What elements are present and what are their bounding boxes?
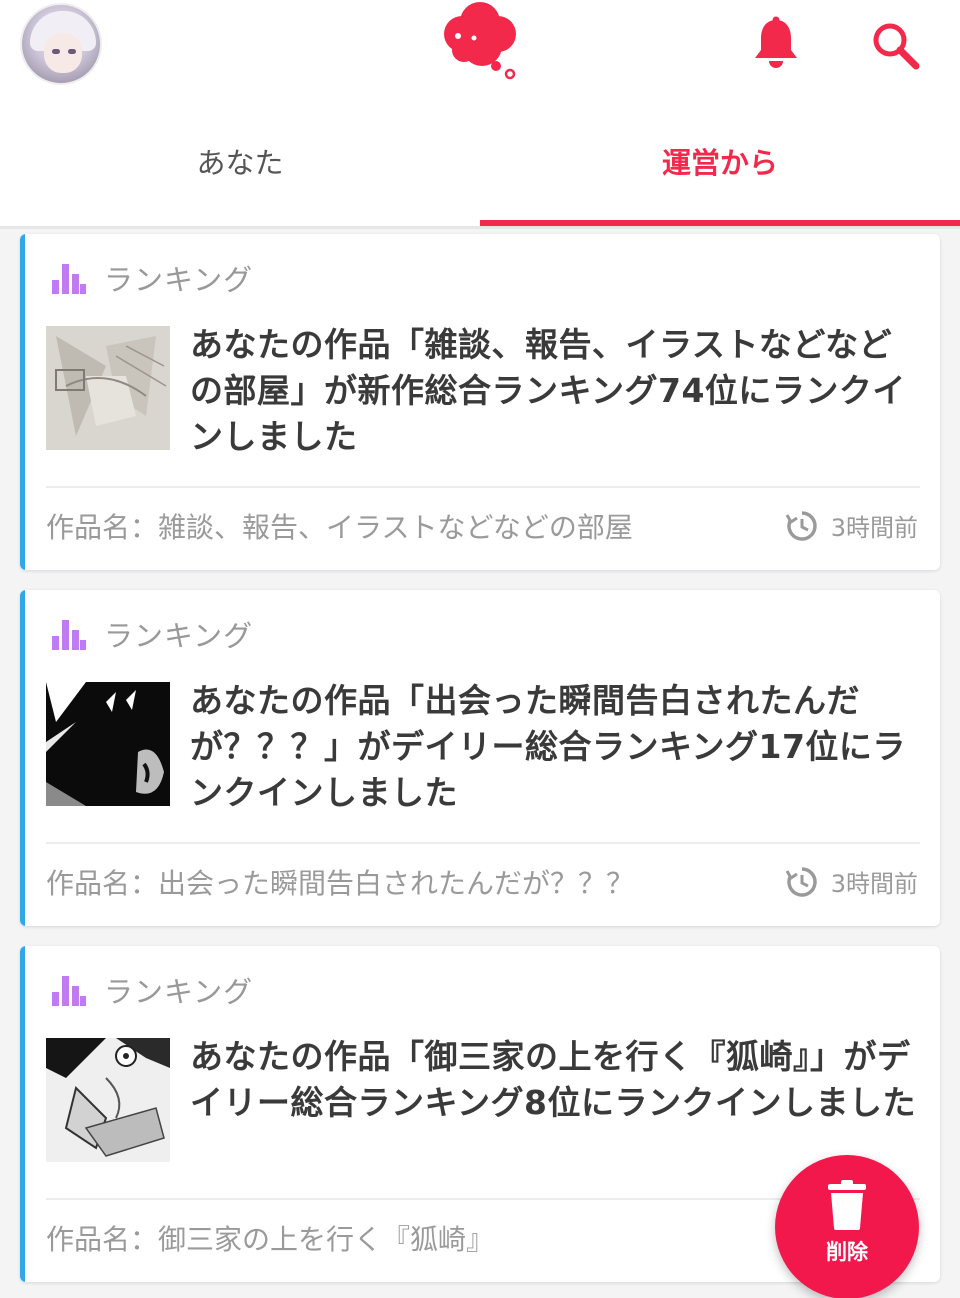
avatar-eye xyxy=(52,49,60,54)
trash-icon xyxy=(828,1180,866,1230)
delete-button-label: 削除 xyxy=(826,1240,868,1264)
work-title: 作品名：雑談、報告、イラストなどなどの部屋 xyxy=(46,511,633,544)
search-icon[interactable] xyxy=(870,20,924,72)
time-label: 3時間前 xyxy=(830,870,918,898)
card-divider xyxy=(46,486,920,488)
bell-icon[interactable] xyxy=(750,16,802,70)
notification-headline: あなたの作品「雑談、報告、イラストなどなどの部屋」が新作総合ランキング74位にラ… xyxy=(190,325,906,456)
category-label: ランキング xyxy=(104,619,254,653)
notification-time: 3時間前 xyxy=(785,864,918,899)
tab-you[interactable]: あなた xyxy=(0,110,480,228)
avatar-face xyxy=(44,33,82,73)
user-avatar[interactable] xyxy=(20,3,102,85)
bar-chart-icon xyxy=(52,976,86,1006)
notification-headline: あなたの作品「御三家の上を行く『狐崎』」がデイリー総合ランキング8位にランクイン… xyxy=(190,1037,916,1122)
work-title: 作品名：出会った瞬間告白されたんだが？？？ xyxy=(46,867,635,900)
history-clock-icon xyxy=(785,510,817,541)
history-clock-icon xyxy=(785,866,817,897)
category-label: ランキング xyxy=(104,975,254,1009)
app-header: あなた 運営から xyxy=(0,0,960,229)
notification-headline: あなたの作品「出会った瞬間告白されたんだが？？？」がデイリー総合ランキング17位… xyxy=(190,681,906,812)
work-thumbnail[interactable] xyxy=(46,326,170,450)
category-label: ランキング xyxy=(104,263,254,297)
header-divider xyxy=(0,226,960,229)
notification-category: ランキング xyxy=(52,258,253,298)
bar-chart-icon xyxy=(52,264,86,294)
work-title: 作品名：御三家の上を行く『狐崎』 xyxy=(46,1223,495,1256)
tab-bar: あなた 運営から xyxy=(0,110,960,228)
tab-from-management[interactable]: 運営から xyxy=(480,110,960,228)
notification-category: ランキング xyxy=(52,614,253,654)
notification-card[interactable]: ランキング あなたの作品「出会った瞬間告白されたんだが？？？」がデイリー総合ラン… xyxy=(20,590,940,926)
tab-you-label: あなた xyxy=(196,146,284,180)
speech-cloud-logo-icon[interactable] xyxy=(438,0,524,82)
time-label: 3時間前 xyxy=(830,514,918,542)
notification-card[interactable]: ランキング あなたの作品「雑談、報告、イラストなどなどの部屋」が新作総合ランキン… xyxy=(20,234,940,570)
work-thumbnail[interactable] xyxy=(46,1038,170,1162)
tab-from-management-label: 運営から xyxy=(661,146,778,180)
work-thumbnail[interactable] xyxy=(46,682,170,806)
delete-button[interactable]: 削除 xyxy=(775,1155,919,1298)
card-divider xyxy=(46,842,920,844)
notification-category: ランキング xyxy=(52,970,253,1010)
bar-chart-icon xyxy=(52,620,86,650)
notification-time: 3時間前 xyxy=(785,508,918,543)
avatar-eye xyxy=(68,49,76,54)
